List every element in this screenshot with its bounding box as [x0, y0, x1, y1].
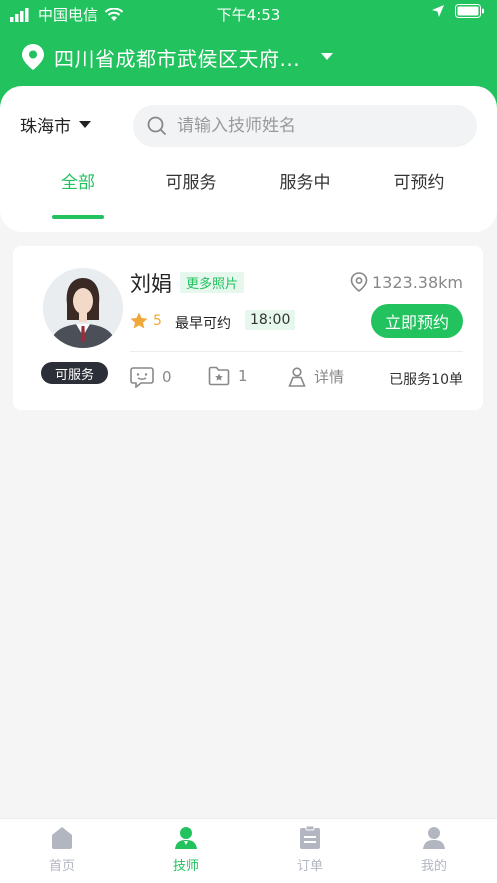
rating-value: 5	[153, 312, 162, 329]
avatar	[43, 268, 123, 348]
location-address: 四川省成都市武侯区天府...	[54, 46, 301, 71]
tabbar-label: 订单	[296, 859, 323, 874]
caret-down-icon	[79, 120, 91, 128]
tabbar-label: 我的	[420, 859, 447, 874]
technician-photo	[43, 268, 123, 348]
search-icon	[147, 116, 167, 136]
location-pin-icon	[22, 44, 44, 70]
favorites-stat[interactable]: 1	[208, 366, 248, 386]
book-now-button[interactable]: 立即预约	[371, 304, 463, 338]
status-tabs: 全部 可服务 服务中 可预约	[0, 168, 497, 219]
location-arrow-icon	[432, 5, 444, 17]
earliest-time: 18:00	[245, 310, 296, 330]
tabbar-label: 技师	[172, 859, 199, 874]
star-icon	[130, 312, 148, 329]
rating: 5	[130, 312, 162, 329]
card-stats: 0 1 详情 已服务10单	[130, 366, 463, 390]
caret-down-icon	[321, 53, 334, 60]
person-icon	[288, 366, 306, 387]
comment-icon	[130, 367, 154, 388]
comments-stat[interactable]: 0	[130, 366, 172, 388]
favorite-folder-icon	[208, 366, 230, 386]
technician-name: 刘娟	[130, 272, 172, 296]
more-photos-link[interactable]: 更多照片	[180, 272, 245, 293]
technician-icon	[175, 827, 197, 849]
tab-in-service[interactable]: 服务中	[250, 168, 360, 193]
comments-count: 0	[162, 368, 172, 386]
detail-link[interactable]: 详情	[288, 366, 344, 387]
location-selector[interactable]: 四川省成都市武侯区天府...	[22, 40, 334, 74]
tabbar-item-technician[interactable]: 技师	[124, 825, 248, 874]
home-icon	[52, 827, 72, 849]
detail-label: 详情	[314, 368, 345, 386]
tabbar-label: 首页	[48, 859, 75, 874]
order-icon	[300, 825, 320, 849]
search-box[interactable]	[133, 105, 477, 147]
search-input[interactable]	[177, 116, 457, 136]
profile-icon	[423, 827, 445, 849]
location-pin-icon	[350, 272, 368, 292]
card-divider	[130, 351, 463, 352]
distance-value: 1323.38km	[371, 272, 463, 292]
status-right	[431, 4, 485, 18]
city-label: 珠海市	[20, 117, 71, 137]
availability-badge: 可服务	[41, 362, 108, 384]
bottom-tabbar: 首页 技师 订单 我的	[0, 818, 497, 883]
active-tab-indicator	[52, 215, 104, 219]
earliest-label: 最早可约	[175, 316, 231, 332]
tabbar-item-profile[interactable]: 我的	[372, 825, 496, 874]
tab-available[interactable]: 可服务	[136, 168, 246, 193]
status-time: 下午4:53	[216, 6, 281, 24]
distance: 1323.38km	[350, 272, 463, 292]
tab-bookable[interactable]: 可预约	[364, 168, 474, 193]
tabbar-item-orders[interactable]: 订单	[248, 825, 372, 874]
favorites-count: 1	[238, 367, 248, 385]
city-selector[interactable]: 珠海市	[20, 112, 91, 137]
battery-icon	[455, 4, 484, 18]
served-count: 已服务10单	[389, 372, 463, 388]
status-bar: 中国电信 下午4:53	[0, 0, 497, 28]
tab-all[interactable]: 全部	[23, 168, 133, 193]
tabbar-item-home[interactable]: 首页	[0, 825, 124, 874]
technician-card[interactable]: 可服务 刘娟 更多照片 1323.38km 5 最早可约 18:00 立即预约 …	[13, 246, 483, 410]
